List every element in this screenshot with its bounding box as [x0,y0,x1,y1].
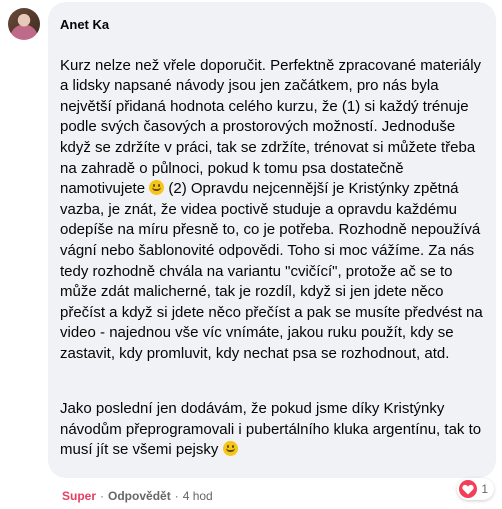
smiling-face-emoji-icon [149,180,165,196]
author-avatar[interactable] [8,8,40,40]
comment-actions: Super · Odpovědět · 4 hod [62,488,213,504]
separator: · [174,489,179,503]
comment-time[interactable]: 4 hod [183,489,213,503]
heart-icon [459,480,478,498]
reaction-summary[interactable]: 1 [457,478,494,500]
comment-text-part: Jako poslední jen dodávám, že pokud jsme… [60,400,482,459]
like-button[interactable]: Super [62,489,96,503]
reaction-count: 1 [481,482,488,496]
separator: · [100,489,105,503]
comment-text: Kurz nelze než vřele doporučit. Perfektn… [60,35,484,481]
smiling-face-emoji-icon [222,441,238,457]
comment-paragraph-2: Jako poslední jen dodávám, že pokud jsme… [60,399,484,461]
comment-bubble: Anet Ka Kurz nelze než vřele doporučit. … [48,2,496,478]
comment-text-part: (2) Opravdu nejcennější je Kristýnky zpě… [60,180,483,362]
comment-paragraph-1: Kurz nelze než vřele doporučit. Perfektn… [60,56,484,365]
comment-author[interactable]: Anet Ka [60,16,484,33]
comment-text-part: Kurz nelze než vřele doporučit. Perfektn… [60,56,482,198]
reply-button[interactable]: Odpovědět [108,489,171,503]
